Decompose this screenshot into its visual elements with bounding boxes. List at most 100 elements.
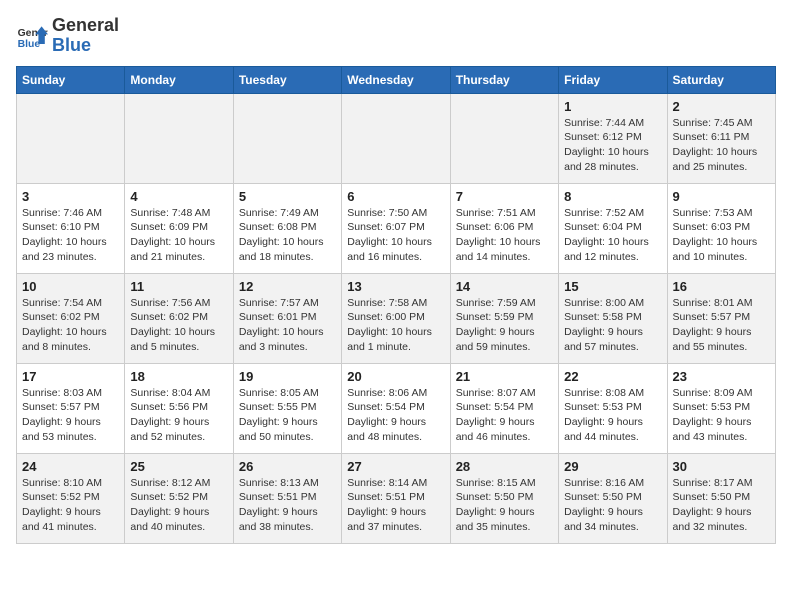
calendar-week-4: 17 Sunrise: 8:03 AMSunset: 5:57 PMDayligh… [17,363,776,453]
day-info: Sunrise: 7:48 AMSunset: 6:09 PMDaylight:… [130,206,227,265]
calendar-body: 1 Sunrise: 7:44 AMSunset: 6:12 PMDaylight… [17,93,776,543]
calendar-cell: 12Sunrise: 7:57 AMSunset: 6:01 PMDayligh… [233,273,341,363]
day-number: 16 [673,279,770,294]
calendar-cell [450,93,558,183]
day-number: 28 [456,459,553,474]
weekday-header-row: SundayMondayTuesdayWednesdayThursdayFrid… [17,66,776,93]
calendar-cell: 27 Sunrise: 8:14 AMSunset: 5:51 PMDayligh… [342,453,450,543]
day-info: Sunrise: 8:17 AMSunset: 5:50 PMDaylight:… [673,476,770,535]
day-number: 17 [22,369,119,384]
day-number: 3 [22,189,119,204]
calendar-table: SundayMondayTuesdayWednesdayThursdayFrid… [16,66,776,544]
day-info: Sunrise: 8:13 AMSunset: 5:51 PMDaylight:… [239,476,336,535]
day-number: 9 [673,189,770,204]
day-info: Sunrise: 8:15 AMSunset: 5:50 PMDaylight:… [456,476,553,535]
logo: General Blue General Blue [16,16,119,56]
day-number: 15 [564,279,661,294]
day-info: Sunrise: 8:09 AMSunset: 5:53 PMDaylight:… [673,386,770,445]
day-info: Sunrise: 7:51 AMSunset: 6:06 PMDaylight:… [456,206,553,265]
day-info: Sunrise: 8:05 AMSunset: 5:55 PMDaylight:… [239,386,336,445]
weekday-header-tuesday: Tuesday [233,66,341,93]
calendar-cell [17,93,125,183]
svg-text:Blue: Blue [18,39,41,50]
weekday-header-thursday: Thursday [450,66,558,93]
calendar-cell [125,93,233,183]
calendar-cell: 28 Sunrise: 8:15 AMSunset: 5:50 PMDayligh… [450,453,558,543]
day-info: Sunrise: 7:49 AMSunset: 6:08 PMDaylight:… [239,206,336,265]
day-number: 10 [22,279,119,294]
day-info: Sunrise: 7:58 AMSunset: 6:00 PMDaylight:… [347,296,444,355]
calendar-cell: 20Sunrise: 8:06 AMSunset: 5:54 PMDayligh… [342,363,450,453]
day-number: 12 [239,279,336,294]
calendar-cell: 19 Sunrise: 8:05 AMSunset: 5:55 PMDayligh… [233,363,341,453]
day-info: Sunrise: 7:46 AMSunset: 6:10 PMDaylight:… [22,206,119,265]
day-info: Sunrise: 8:06 AMSunset: 5:54 PMDaylight:… [347,386,444,445]
weekday-header-sunday: Sunday [17,66,125,93]
day-number: 24 [22,459,119,474]
day-info: Sunrise: 8:03 AMSunset: 5:57 PMDaylight:… [22,386,119,445]
weekday-header-friday: Friday [559,66,667,93]
day-number: 5 [239,189,336,204]
calendar-cell: 24 Sunrise: 8:10 AMSunset: 5:52 PMDayligh… [17,453,125,543]
day-info: Sunrise: 7:44 AMSunset: 6:12 PMDaylight:… [564,116,661,175]
calendar-cell: 30 Sunrise: 8:17 AMSunset: 5:50 PMDayligh… [667,453,775,543]
calendar-cell: 8Sunrise: 7:52 AMSunset: 6:04 PMDaylight… [559,183,667,273]
day-number: 11 [130,279,227,294]
calendar-cell: 2Sunrise: 7:45 AMSunset: 6:11 PMDaylight… [667,93,775,183]
day-info: Sunrise: 8:08 AMSunset: 5:53 PMDaylight:… [564,386,661,445]
day-number: 13 [347,279,444,294]
calendar-week-5: 24 Sunrise: 8:10 AMSunset: 5:52 PMDayligh… [17,453,776,543]
day-number: 29 [564,459,661,474]
logo-text: General Blue [52,16,119,56]
day-number: 25 [130,459,227,474]
day-info: Sunrise: 8:00 AMSunset: 5:58 PMDaylight:… [564,296,661,355]
day-number: 18 [130,369,227,384]
calendar-cell: 25 Sunrise: 8:12 AMSunset: 5:52 PMDayligh… [125,453,233,543]
calendar-cell: 23 Sunrise: 8:09 AMSunset: 5:53 PMDayligh… [667,363,775,453]
weekday-header-saturday: Saturday [667,66,775,93]
day-info: Sunrise: 8:07 AMSunset: 5:54 PMDaylight:… [456,386,553,445]
calendar-cell: 17 Sunrise: 8:03 AMSunset: 5:57 PMDayligh… [17,363,125,453]
calendar-cell: 18 Sunrise: 8:04 AMSunset: 5:56 PMDayligh… [125,363,233,453]
calendar-cell: 22 Sunrise: 8:08 AMSunset: 5:53 PMDayligh… [559,363,667,453]
calendar-week-1: 1 Sunrise: 7:44 AMSunset: 6:12 PMDaylight… [17,93,776,183]
logo-icon: General Blue [16,20,48,52]
calendar-cell: 26 Sunrise: 8:13 AMSunset: 5:51 PMDayligh… [233,453,341,543]
day-number: 6 [347,189,444,204]
calendar-cell: 11 Sunrise: 7:56 AMSunset: 6:02 PMDayligh… [125,273,233,363]
calendar-week-2: 3 Sunrise: 7:46 AMSunset: 6:10 PMDaylight… [17,183,776,273]
day-number: 1 [564,99,661,114]
calendar-cell: 5 Sunrise: 7:49 AMSunset: 6:08 PMDaylight… [233,183,341,273]
calendar-cell: 3 Sunrise: 7:46 AMSunset: 6:10 PMDaylight… [17,183,125,273]
day-number: 19 [239,369,336,384]
day-number: 4 [130,189,227,204]
weekday-header-monday: Monday [125,66,233,93]
calendar-header: SundayMondayTuesdayWednesdayThursdayFrid… [17,66,776,93]
day-number: 2 [673,99,770,114]
day-info: Sunrise: 8:16 AMSunset: 5:50 PMDaylight:… [564,476,661,535]
calendar-cell: 29 Sunrise: 8:16 AMSunset: 5:50 PMDayligh… [559,453,667,543]
calendar-cell: 13 Sunrise: 7:58 AMSunset: 6:00 PMDayligh… [342,273,450,363]
calendar-cell: 14Sunrise: 7:59 AMSunset: 5:59 PMDayligh… [450,273,558,363]
page-header: General Blue General Blue [16,16,776,56]
calendar-cell: 4 Sunrise: 7:48 AMSunset: 6:09 PMDaylight… [125,183,233,273]
day-number: 23 [673,369,770,384]
day-info: Sunrise: 7:54 AMSunset: 6:02 PMDaylight:… [22,296,119,355]
calendar-cell: 7Sunrise: 7:51 AMSunset: 6:06 PMDaylight… [450,183,558,273]
day-info: Sunrise: 7:53 AMSunset: 6:03 PMDaylight:… [673,206,770,265]
calendar-cell: 1 Sunrise: 7:44 AMSunset: 6:12 PMDaylight… [559,93,667,183]
day-info: Sunrise: 8:12 AMSunset: 5:52 PMDaylight:… [130,476,227,535]
day-number: 14 [456,279,553,294]
day-number: 8 [564,189,661,204]
day-info: Sunrise: 8:14 AMSunset: 5:51 PMDaylight:… [347,476,444,535]
day-info: Sunrise: 8:10 AMSunset: 5:52 PMDaylight:… [22,476,119,535]
calendar-cell: 10 Sunrise: 7:54 AMSunset: 6:02 PMDayligh… [17,273,125,363]
day-info: Sunrise: 7:50 AMSunset: 6:07 PMDaylight:… [347,206,444,265]
day-number: 30 [673,459,770,474]
day-number: 27 [347,459,444,474]
day-info: Sunrise: 7:56 AMSunset: 6:02 PMDaylight:… [130,296,227,355]
calendar-cell: 6 Sunrise: 7:50 AMSunset: 6:07 PMDaylight… [342,183,450,273]
day-number: 22 [564,369,661,384]
day-number: 26 [239,459,336,474]
day-info: Sunrise: 8:04 AMSunset: 5:56 PMDaylight:… [130,386,227,445]
